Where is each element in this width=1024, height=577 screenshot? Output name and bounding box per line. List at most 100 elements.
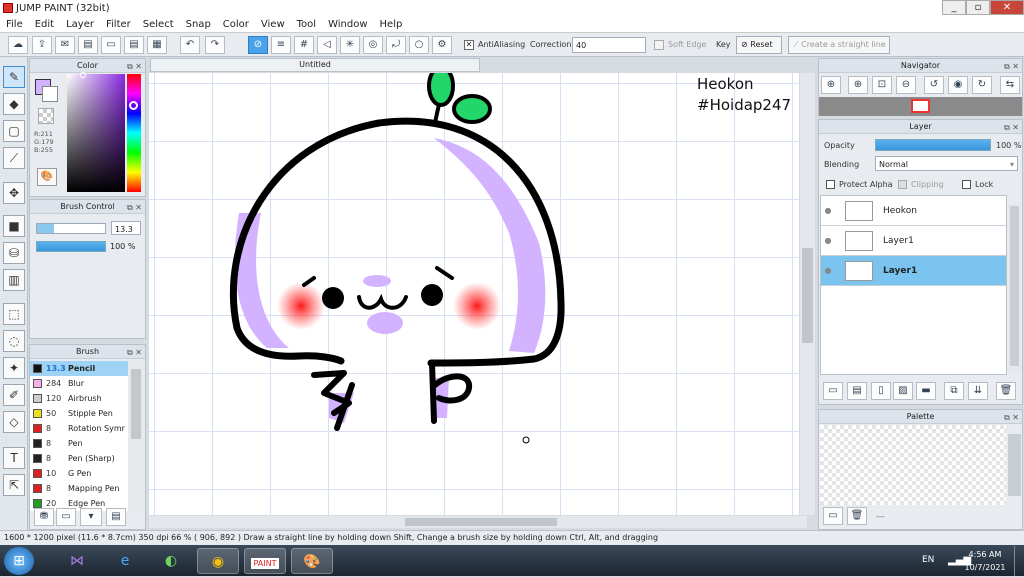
line-tool-icon[interactable]: ⟋: [3, 147, 25, 169]
coccoc-browser-icon[interactable]: ◐: [150, 548, 192, 574]
canvas-tab[interactable]: Untitled: [150, 58, 480, 72]
lasso-tool-icon[interactable]: ◌: [3, 330, 25, 352]
paint-app-icon[interactable]: 🎨: [291, 548, 333, 574]
document-icon[interactable]: ▤: [124, 36, 144, 54]
snap-curve-icon[interactable]: ⤾: [386, 36, 406, 54]
hue-slider[interactable]: [127, 74, 141, 192]
merge-layer-icon[interactable]: ⇊: [968, 382, 988, 400]
background-color-swatch[interactable]: [42, 86, 58, 102]
zoom-out-icon[interactable]: ⊖: [896, 76, 916, 94]
magic-wand-icon[interactable]: ✦: [3, 357, 25, 379]
vertical-scroll-thumb[interactable]: [802, 248, 813, 343]
menu-help[interactable]: Help: [374, 19, 409, 30]
straight-line-button[interactable]: ⟋ Create a straight line: [788, 36, 890, 54]
panel-close-icon[interactable]: ⧉ ✕: [127, 60, 142, 73]
snap-vanish-icon[interactable]: ◁: [317, 36, 337, 54]
bucket-tool-icon[interactable]: ⛁: [3, 242, 25, 264]
palette-close-icon[interactable]: ⧉ ✕: [1004, 411, 1019, 424]
protect-alpha-checkbox[interactable]: [826, 180, 835, 189]
lock-checkbox[interactable]: [962, 180, 971, 189]
brush-panel-close-icon[interactable]: ⧉ ✕: [127, 346, 142, 359]
snap-settings-icon[interactable]: ⚙: [432, 36, 452, 54]
brush-list-item[interactable]: 8 Rotation Symr: [30, 421, 128, 436]
correction-input[interactable]: 40: [572, 37, 646, 53]
select-tool-icon[interactable]: ⬚: [3, 303, 25, 325]
palette-scrollbar[interactable]: [1008, 434, 1021, 496]
layer-row[interactable]: ● Heokon: [821, 196, 1006, 226]
color-picker-handle[interactable]: [80, 72, 86, 78]
select-pen-icon[interactable]: ✐: [3, 384, 25, 406]
brush-list-item[interactable]: 13.3 Pencil: [30, 361, 128, 376]
brush-scroll-thumb[interactable]: [131, 369, 141, 439]
new-palette-icon[interactable]: ▭: [823, 507, 843, 525]
visibility-icon[interactable]: ●: [821, 266, 835, 275]
brush-page-icon[interactable]: ▭: [56, 508, 76, 526]
cloud-icon[interactable]: ☁: [8, 36, 28, 54]
new-layer-icon[interactable]: ▭: [823, 382, 843, 400]
navigator-preview[interactable]: [819, 97, 1022, 116]
brush-list-item[interactable]: 8 Pen: [30, 436, 128, 451]
clock[interactable]: 4:56 AM 10/7/2021: [962, 548, 1008, 574]
language-indicator[interactable]: EN: [922, 555, 934, 565]
delete-layer-icon[interactable]: 🗑: [996, 382, 1016, 400]
redo-icon[interactable]: ↷: [205, 36, 225, 54]
zoom-in-icon[interactable]: ⊕: [848, 76, 868, 94]
new-folder-icon[interactable]: ▬: [916, 382, 936, 400]
select-eraser-icon[interactable]: ◇: [3, 411, 25, 433]
rotate-right-icon[interactable]: ↻: [972, 76, 992, 94]
flip-icon[interactable]: ⇆: [1000, 76, 1020, 94]
brush-list-item[interactable]: 8 Pen (Sharp): [30, 451, 128, 466]
show-desktop-button[interactable]: [1014, 546, 1024, 576]
internet-explorer-icon[interactable]: e: [104, 548, 146, 574]
brush-list-item[interactable]: 284 Blur: [30, 376, 128, 391]
visibility-icon[interactable]: ●: [821, 206, 835, 215]
brush-list-scrollbar[interactable]: [129, 361, 143, 511]
navigator-close-icon[interactable]: ⧉ ✕: [1004, 60, 1019, 73]
close-button[interactable]: ✕: [990, 0, 1024, 15]
visibility-icon[interactable]: ●: [821, 236, 835, 245]
gradient-tool-icon[interactable]: ▥: [3, 269, 25, 291]
snap-parallel-icon[interactable]: ≡: [271, 36, 291, 54]
new-layer-1bit-icon[interactable]: ▯: [871, 382, 891, 400]
menu-snap[interactable]: Snap: [180, 19, 217, 30]
brush-list-item[interactable]: 8 Mapping Pen: [30, 481, 128, 496]
share-icon[interactable]: ⇪: [32, 36, 52, 54]
menu-select[interactable]: Select: [137, 19, 180, 30]
canvas-horizontal-scrollbar[interactable]: [149, 516, 807, 528]
comment-icon[interactable]: ✉: [55, 36, 75, 54]
palette-swatches[interactable]: [820, 425, 1006, 505]
brush-opacity-slider[interactable]: [36, 241, 106, 252]
layer-list-scrollbar[interactable]: [1008, 204, 1021, 372]
jump-paint-taskbar-icon[interactable]: PAINT: [244, 548, 286, 574]
page-icon[interactable]: ▭: [101, 36, 121, 54]
pen-tool-icon[interactable]: ✎: [3, 66, 25, 88]
zoom-fit-icon[interactable]: ⊕: [821, 76, 841, 94]
blending-select[interactable]: Normal ▾: [875, 156, 1018, 171]
new-tone-layer-icon[interactable]: ▨: [893, 382, 913, 400]
layer-row[interactable]: ● Layer1: [821, 226, 1006, 256]
brush-list-item[interactable]: 10 G Pen: [30, 466, 128, 481]
rectangle-select-icon[interactable]: ▢: [3, 120, 25, 142]
fill-rect-icon[interactable]: ■: [3, 215, 25, 237]
brush-control-close-icon[interactable]: ⧉ ✕: [127, 201, 142, 214]
menu-edit[interactable]: Edit: [29, 19, 60, 30]
canvas-vertical-scrollbar[interactable]: [800, 73, 815, 515]
brush-list-item[interactable]: 120 Airbrush: [30, 391, 128, 406]
transparent-color-swatch[interactable]: [38, 108, 54, 124]
layer-row[interactable]: ● Layer1: [821, 256, 1006, 286]
saturation-value-picker[interactable]: [67, 72, 125, 192]
antialiasing-checkbox[interactable]: ✕: [464, 40, 474, 50]
menu-color[interactable]: Color: [217, 19, 255, 30]
soft-edge-checkbox[interactable]: [654, 40, 664, 50]
menu-window[interactable]: Window: [322, 19, 373, 30]
hue-slider-handle[interactable]: [129, 101, 138, 110]
brush-dropdown-icon[interactable]: ▾: [80, 508, 102, 526]
menu-filter[interactable]: Filter: [100, 19, 137, 30]
minimize-button[interactable]: _: [942, 0, 966, 15]
brush-settings-icon[interactable]: ▤: [106, 508, 126, 526]
move-tool-icon[interactable]: ✥: [3, 182, 25, 204]
brush-size-input[interactable]: 13.3: [111, 221, 141, 235]
menu-layer[interactable]: Layer: [60, 19, 100, 30]
layer-panel-close-icon[interactable]: ⧉ ✕: [1004, 121, 1019, 134]
snap-radial-icon[interactable]: ✳: [340, 36, 360, 54]
